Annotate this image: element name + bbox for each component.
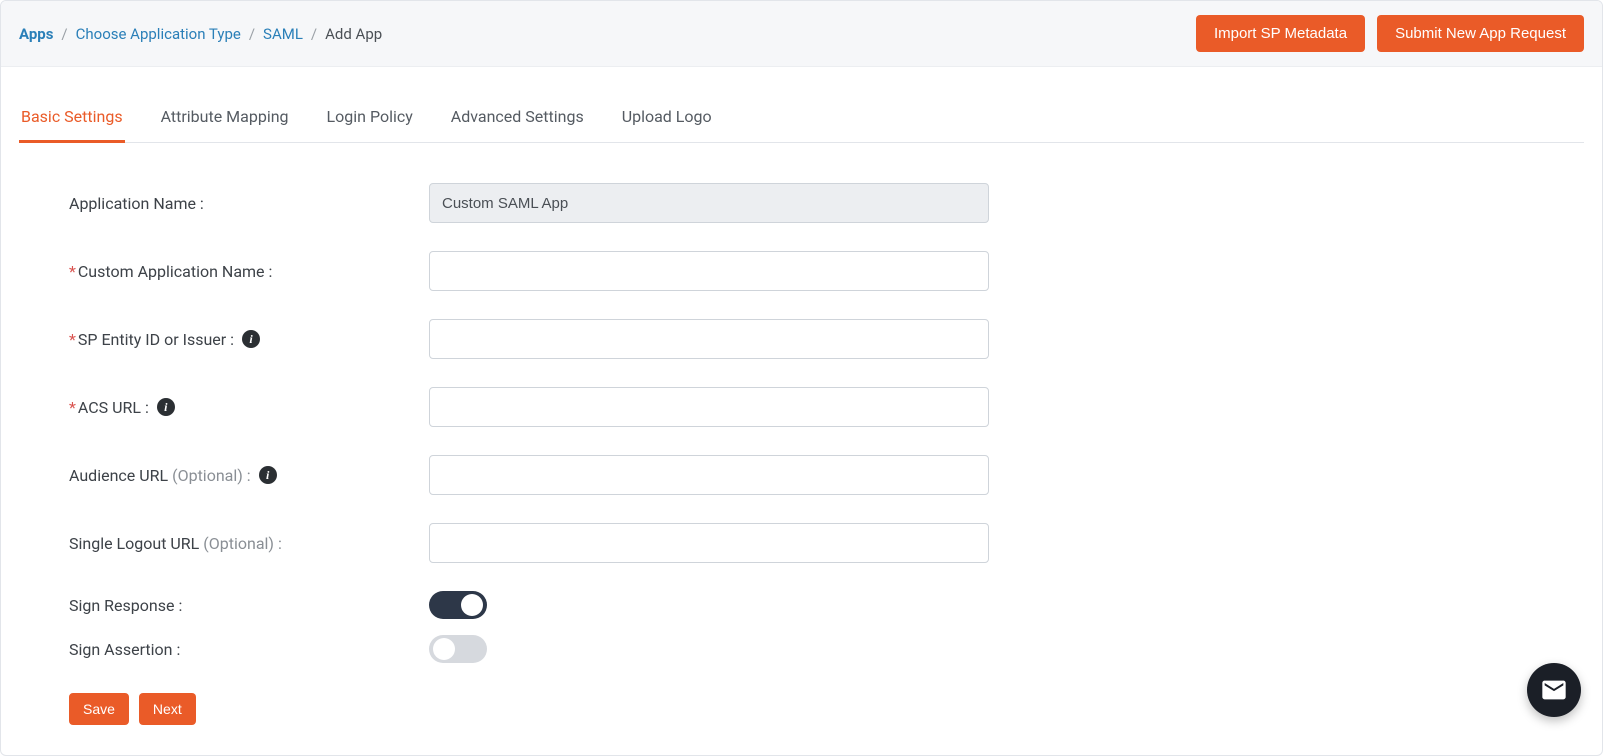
topbar: Apps / Choose Application Type / SAML / …	[1, 1, 1602, 67]
breadcrumb-saml[interactable]: SAML	[263, 25, 303, 43]
breadcrumb-current: Add App	[325, 25, 382, 43]
label-application-name: Application Name :	[69, 194, 429, 213]
info-icon[interactable]: i	[242, 330, 260, 348]
import-sp-metadata-button[interactable]: Import SP Metadata	[1196, 15, 1365, 52]
acs-url-input[interactable]	[429, 387, 989, 427]
sign-response-toggle[interactable]	[429, 591, 487, 619]
breadcrumb-sep: /	[311, 25, 317, 43]
sp-entity-id-input[interactable]	[429, 319, 989, 359]
label-slo-url: Single Logout URL (Optional) :	[69, 534, 429, 553]
top-actions: Import SP Metadata Submit New App Reques…	[1196, 15, 1584, 52]
tabs: Basic Settings Attribute Mapping Login P…	[19, 95, 1584, 143]
tab-attribute-mapping[interactable]: Attribute Mapping	[159, 95, 291, 143]
row-custom-app-name: *Custom Application Name :	[69, 251, 1534, 291]
row-acs-url: *ACS URL : i	[69, 387, 1534, 427]
tab-advanced-settings[interactable]: Advanced Settings	[449, 95, 586, 143]
row-sp-entity: *SP Entity ID or Issuer : i	[69, 319, 1534, 359]
row-sign-assertion: Sign Assertion :	[69, 635, 1534, 663]
submit-new-app-request-button[interactable]: Submit New App Request	[1377, 15, 1584, 52]
row-sign-response: Sign Response :	[69, 591, 1534, 619]
single-logout-url-input[interactable]	[429, 523, 989, 563]
form-area: Application Name : *Custom Application N…	[19, 143, 1584, 663]
info-icon[interactable]: i	[157, 398, 175, 416]
tab-login-policy[interactable]: Login Policy	[325, 95, 415, 143]
label-acs-url: *ACS URL : i	[69, 398, 429, 417]
row-slo-url: Single Logout URL (Optional) :	[69, 523, 1534, 563]
label-sign-response: Sign Response :	[69, 596, 429, 615]
row-audience-url: Audience URL (Optional) : i	[69, 455, 1534, 495]
info-icon[interactable]: i	[259, 466, 277, 484]
label-sp-entity: *SP Entity ID or Issuer : i	[69, 330, 429, 349]
tab-basic-settings[interactable]: Basic Settings	[19, 95, 125, 143]
chat-fab[interactable]	[1527, 663, 1581, 717]
label-custom-app-name: *Custom Application Name :	[69, 262, 429, 281]
row-application-name: Application Name :	[69, 183, 1534, 223]
breadcrumb-sep: /	[61, 25, 67, 43]
custom-application-name-input[interactable]	[429, 251, 989, 291]
breadcrumb-sep: /	[249, 25, 255, 43]
breadcrumb: Apps / Choose Application Type / SAML / …	[19, 25, 382, 43]
tab-upload-logo[interactable]: Upload Logo	[620, 95, 714, 143]
breadcrumb-choose-type[interactable]: Choose Application Type	[76, 25, 241, 43]
application-name-input	[429, 183, 989, 223]
mail-icon	[1540, 676, 1568, 704]
audience-url-input[interactable]	[429, 455, 989, 495]
label-sign-assertion: Sign Assertion :	[69, 640, 429, 659]
breadcrumb-apps[interactable]: Apps	[19, 25, 53, 43]
save-button[interactable]: Save	[69, 693, 129, 725]
sign-assertion-toggle[interactable]	[429, 635, 487, 663]
next-button[interactable]: Next	[139, 693, 196, 725]
label-audience-url: Audience URL (Optional) : i	[69, 466, 429, 485]
footer-actions: Save Next	[19, 693, 1584, 725]
